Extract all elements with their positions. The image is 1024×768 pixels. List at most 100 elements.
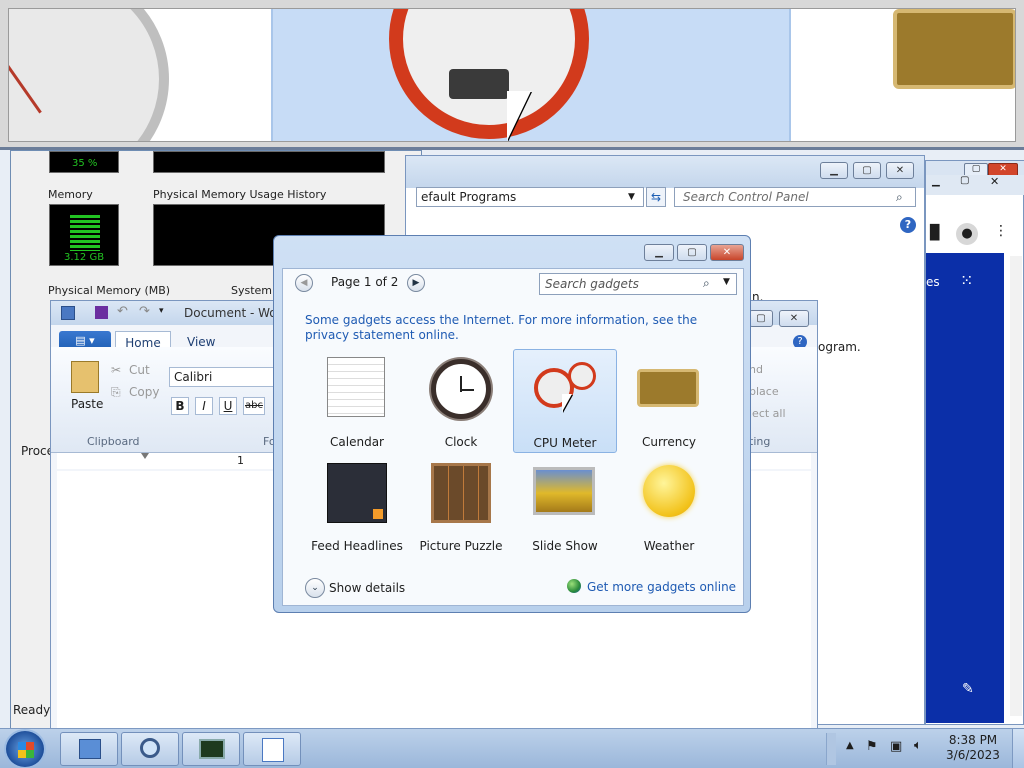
volume-icon[interactable]: 🔈︎ xyxy=(914,738,922,753)
search-input[interactable]: Search Control Panel xyxy=(674,187,916,207)
tray-scroll[interactable] xyxy=(826,733,836,765)
edit-pencil-icon[interactable]: ✎ xyxy=(962,681,974,697)
clock-icon xyxy=(431,359,491,419)
save-icon[interactable] xyxy=(95,306,108,319)
scrollbar[interactable] xyxy=(1010,256,1022,716)
task-manager-icon xyxy=(199,739,225,759)
font-family-select[interactable]: Calibri xyxy=(169,367,277,387)
address-bar[interactable]: efault Programs xyxy=(416,187,644,207)
redo-icon[interactable]: ↷ xyxy=(139,304,150,319)
get-more-gadgets-link[interactable]: Get more gadgets online xyxy=(587,580,736,594)
memory-graph: 3.12 GB xyxy=(49,204,119,266)
indent-marker-icon[interactable] xyxy=(141,453,149,469)
gadget-picture-puzzle[interactable]: Picture Puzzle xyxy=(409,457,513,561)
show-hidden-icons-icon[interactable]: ▲ xyxy=(846,740,854,751)
show-details-chevron-icon[interactable]: ⌄ xyxy=(305,578,325,598)
more-menu-icon[interactable]: ⋮ xyxy=(994,223,1008,239)
chevron-down-icon[interactable]: ▼ xyxy=(723,277,730,287)
system-label: System xyxy=(231,284,273,297)
clipboard-group-label: Clipboard xyxy=(87,435,140,448)
minimize-button[interactable]: ▁ xyxy=(820,162,848,179)
sidebar-toggle-icon[interactable]: ▉ xyxy=(930,225,941,241)
calendar-icon xyxy=(327,357,385,417)
privacy-info-link[interactable]: Some gadgets access the Internet. For mo… xyxy=(305,313,725,343)
gadget-weather[interactable]: Weather xyxy=(617,457,721,561)
start-button[interactable] xyxy=(4,729,46,768)
italic-button[interactable]: I xyxy=(195,397,213,415)
feed-headlines-icon xyxy=(327,463,387,523)
profile-icon[interactable]: ● xyxy=(956,223,978,245)
gadget-slide-show[interactable]: Slide Show xyxy=(513,457,617,561)
minimize-button[interactable]: ▁ xyxy=(644,244,674,261)
app-icon xyxy=(61,306,75,320)
browser-window: ▢ ✕ ▁ ▢ ✕ ▉ ● ⋮ es ⁙ ✎ xyxy=(925,160,1024,725)
tray-date: 3/6/2023 xyxy=(946,748,1000,762)
chevron-down-icon[interactable]: ▼ xyxy=(628,192,635,202)
close-button[interactable]: ✕ xyxy=(990,175,999,188)
tray-time: 8:38 PM xyxy=(948,733,998,747)
customize-dropdown-icon[interactable]: ▾ xyxy=(159,306,164,316)
previous-page-button[interactable]: ◀ xyxy=(295,274,313,292)
memory-value: 3.12 GB xyxy=(64,252,105,263)
copy-button[interactable]: Copy xyxy=(129,385,159,399)
gadget-calendar[interactable]: Calendar xyxy=(305,353,409,457)
refresh-icon[interactable]: ⇆ xyxy=(646,187,666,207)
replace-button[interactable]: place xyxy=(749,385,779,398)
paste-button[interactable]: Paste xyxy=(71,397,103,411)
show-details-button[interactable]: Show details xyxy=(329,581,405,595)
maximize-button[interactable]: ▢ xyxy=(960,175,969,186)
search-icon[interactable]: ⌕ xyxy=(703,276,710,291)
cpu-usage-graph: 35 % xyxy=(49,151,119,173)
maximize-button[interactable]: ▢ xyxy=(853,162,881,179)
undo-icon[interactable]: ↶ xyxy=(117,304,128,319)
magnified-gauge-left xyxy=(9,9,169,141)
app-panel: es ⁙ ✎ xyxy=(926,253,1004,723)
taskbar-magnifier[interactable] xyxy=(121,732,179,766)
cut-button[interactable]: Cut xyxy=(129,363,150,377)
magnified-cursor-icon xyxy=(507,91,531,141)
close-button[interactable]: ✕ xyxy=(779,310,809,327)
gadget-currency[interactable]: Currency xyxy=(617,353,721,457)
maximize-button[interactable]: ▢ xyxy=(677,244,707,261)
copy-icon: ⎘ xyxy=(111,385,121,399)
page-indicator: Page 1 of 2 xyxy=(331,275,399,289)
show-desktop-button[interactable] xyxy=(1012,729,1024,768)
cut-icon: ✂ xyxy=(111,363,122,377)
gadget-clock[interactable]: Clock xyxy=(409,353,513,457)
select-all-button[interactable]: lect all xyxy=(749,407,786,420)
bold-button[interactable]: B xyxy=(171,397,189,415)
minimize-button[interactable]: ▁ xyxy=(932,176,940,187)
gadget-feed-headlines[interactable]: Feed Headlines xyxy=(305,457,409,561)
taskbar: ▲ ⚑ ▣ 🔈︎ 8:38 PM 3/6/2023 xyxy=(0,728,1024,768)
close-button[interactable]: ✕ xyxy=(710,244,744,261)
next-page-button[interactable]: ▶ xyxy=(407,274,425,292)
magnified-currency-icon xyxy=(893,9,1015,89)
apps-grid-icon[interactable]: ⁙ xyxy=(960,271,973,290)
network-icon[interactable]: ▣ xyxy=(890,739,902,754)
underline-button[interactable]: U xyxy=(219,397,237,415)
paste-icon[interactable] xyxy=(71,361,99,393)
action-center-flag-icon[interactable]: ⚑ xyxy=(866,739,878,754)
cpu-history-graph xyxy=(153,151,385,173)
taskbar-task-manager[interactable] xyxy=(182,732,240,766)
memory-label: Memory xyxy=(48,188,93,201)
control-panel-icon xyxy=(79,739,101,759)
search-icon[interactable]: ⌕ xyxy=(896,190,903,205)
weather-sun-icon xyxy=(643,465,695,517)
magnified-region xyxy=(8,8,1016,142)
status-ready: Ready xyxy=(13,703,51,717)
strikethrough-button[interactable]: abc xyxy=(243,397,265,415)
gadget-cpu-meter[interactable]: CPU Meter xyxy=(513,349,617,453)
gadget-gallery-window: ▁ ▢ ✕ ◀ Page 1 of 2 ▶ Search gadgets ⌕ ▼… xyxy=(273,235,751,613)
clock-tray[interactable]: 8:38 PM 3/6/2023 xyxy=(940,733,1006,763)
help-icon[interactable]: ? xyxy=(900,217,916,233)
picture-puzzle-icon xyxy=(431,463,491,523)
maximize-button[interactable]: ▢ xyxy=(749,310,773,327)
close-button[interactable]: ✕ xyxy=(886,162,914,179)
taskbar-control-panel[interactable] xyxy=(60,732,118,766)
wordpad-icon xyxy=(262,738,284,762)
magnifier-icon xyxy=(140,738,160,758)
mouse-cursor-icon xyxy=(562,394,572,412)
taskbar-wordpad[interactable] xyxy=(243,732,301,766)
find-button[interactable]: nd xyxy=(749,363,763,376)
